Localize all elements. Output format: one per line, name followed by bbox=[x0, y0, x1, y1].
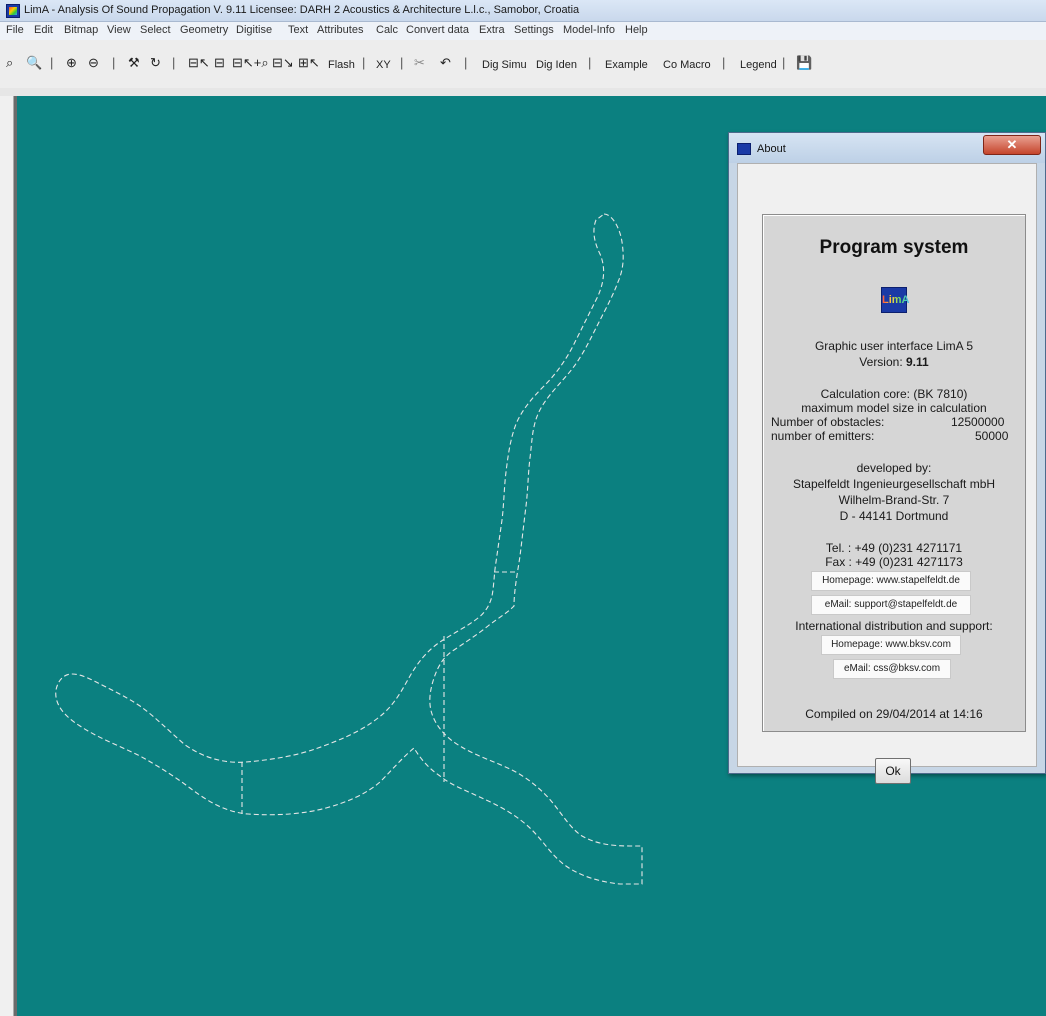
scissors-icon[interactable]: ✂ bbox=[414, 54, 425, 72]
menu-bar: File Edit Bitmap View Select Geometry Di… bbox=[0, 22, 1046, 40]
zoom-in-icon[interactable]: ⊕ bbox=[66, 54, 77, 72]
menu-text[interactable]: Text bbox=[288, 24, 308, 36]
separator: | bbox=[50, 55, 54, 70]
select-object-icon[interactable]: ⊟↖ bbox=[188, 54, 210, 72]
save-icon[interactable]: 💾 bbox=[796, 54, 812, 72]
separator: | bbox=[172, 55, 176, 70]
menu-select[interactable]: Select bbox=[140, 24, 171, 36]
obstacles-value: 12500000 bbox=[951, 415, 1005, 429]
menu-view[interactable]: View bbox=[107, 24, 131, 36]
select-zoom-icon[interactable]: ⊟↖+⌕ bbox=[232, 54, 269, 72]
select-point-icon[interactable]: ⊟ bbox=[214, 54, 225, 72]
window-title: LimA - Analysis Of Sound Propagation V. … bbox=[24, 4, 580, 16]
close-button[interactable]: ✕ bbox=[983, 135, 1041, 155]
about-dialog-title-bar[interactable]: About ✕ bbox=[729, 133, 1045, 163]
flash-button[interactable]: Flash bbox=[328, 56, 355, 74]
left-ruler bbox=[0, 96, 14, 1016]
co-macro-button[interactable]: Co Macro bbox=[663, 56, 711, 74]
emitters-label: number of emitters: bbox=[771, 429, 875, 443]
menu-settings[interactable]: Settings bbox=[514, 24, 554, 36]
company-name: Stapelfeldt Ingenieurgesellschaft mbH bbox=[792, 477, 996, 491]
menu-extra[interactable]: Extra bbox=[479, 24, 505, 36]
fax-number: Fax : +49 (0)231 4271173 bbox=[825, 555, 963, 569]
email-bksv-link[interactable]: eMail: css@bksv.com bbox=[833, 659, 951, 679]
company-city: D - 44141 Dortmund bbox=[839, 509, 949, 523]
dig-iden-button[interactable]: Dig Iden bbox=[536, 56, 577, 74]
menu-file[interactable]: File bbox=[6, 24, 24, 36]
intl-distribution-label: International distribution and support: bbox=[795, 619, 993, 633]
refresh-icon[interactable]: ↻ bbox=[150, 54, 161, 72]
compiled-date: Compiled on 29/04/2014 at 14:16 bbox=[805, 707, 983, 721]
menu-attributes[interactable]: Attributes bbox=[317, 24, 363, 36]
lima-logo-icon: LimA bbox=[881, 287, 910, 313]
tools-icon[interactable]: ⚒ bbox=[128, 54, 140, 72]
select-move-icon[interactable]: ⊟↘ bbox=[272, 54, 294, 72]
version-line: Version: 9.11 bbox=[859, 355, 929, 369]
about-dialog-body: Program system LimA Graphic user interfa… bbox=[737, 163, 1037, 784]
menu-bitmap[interactable]: Bitmap bbox=[64, 24, 98, 36]
legend-button[interactable]: Legend bbox=[740, 56, 777, 74]
separator: | bbox=[400, 55, 404, 70]
about-dialog: About ✕ Program system LimA Graphic user… bbox=[728, 132, 1046, 784]
menu-edit[interactable]: Edit bbox=[34, 24, 53, 36]
app-icon bbox=[6, 4, 20, 18]
email-stapelfeldt-link[interactable]: eMail: support@stapelfeldt.de bbox=[811, 595, 971, 615]
separator: | bbox=[362, 55, 366, 70]
menu-help[interactable]: Help bbox=[625, 24, 648, 36]
select-multi-icon[interactable]: ⊞↖ bbox=[298, 54, 320, 72]
homepage-stapelfeldt-link[interactable]: Homepage: www.stapelfeldt.de bbox=[811, 571, 971, 591]
menu-convert-data[interactable]: Convert data bbox=[406, 24, 469, 36]
company-street: Wilhelm-Brand-Str. 7 bbox=[838, 493, 950, 507]
menu-calc[interactable]: Calc bbox=[376, 24, 398, 36]
obstacles-label: Number of obstacles: bbox=[771, 415, 885, 429]
example-button[interactable]: Example bbox=[605, 56, 648, 74]
dig-simu-button[interactable]: Dig Simu bbox=[482, 56, 527, 74]
menu-model-info[interactable]: Model-Info bbox=[563, 24, 615, 36]
separator: | bbox=[722, 55, 726, 70]
menu-digitise[interactable]: Digitise bbox=[236, 24, 272, 36]
about-dialog-title: About bbox=[757, 143, 786, 155]
about-info-panel: Program system LimA Graphic user interfa… bbox=[762, 214, 1026, 732]
calc-core-line: Calculation core: (BK 7810) bbox=[820, 387, 968, 401]
zoom-fit-icon[interactable]: ⌕ bbox=[6, 54, 13, 72]
separator: | bbox=[782, 55, 786, 70]
homepage-bksv-link[interactable]: Homepage: www.bksv.com bbox=[821, 635, 961, 655]
xy-button[interactable]: XY bbox=[376, 56, 391, 74]
undo-icon[interactable]: ↶ bbox=[440, 54, 451, 72]
version-value: 9.11 bbox=[906, 355, 929, 369]
ok-button[interactable]: Ok bbox=[875, 758, 911, 784]
separator: | bbox=[464, 55, 468, 70]
developed-by-label: developed by: bbox=[856, 461, 932, 475]
zoom-out-icon[interactable]: ⊖ bbox=[88, 54, 99, 72]
separator: | bbox=[588, 55, 592, 70]
program-system-heading: Program system bbox=[819, 237, 969, 258]
lima-app-icon bbox=[737, 143, 751, 155]
toolbar: ⌕ 🔍 | ⊕ ⊖ | ⚒ ↻ | ⊟↖ ⊟ ⊟↖+⌕ ⊟↘ ⊞↖ Flash … bbox=[0, 40, 1046, 88]
menu-geometry[interactable]: Geometry bbox=[180, 24, 228, 36]
zoom-icon[interactable]: 🔍 bbox=[26, 54, 42, 72]
max-model-line: maximum model size in calculation bbox=[801, 401, 987, 415]
separator: | bbox=[112, 55, 116, 70]
title-bar: LimA - Analysis Of Sound Propagation V. … bbox=[0, 0, 1046, 22]
phone-number: Tel. : +49 (0)231 4271171 bbox=[825, 541, 963, 555]
emitters-value: 50000 bbox=[975, 429, 1009, 443]
gui-line: Graphic user interface LimA 5 bbox=[814, 339, 974, 353]
